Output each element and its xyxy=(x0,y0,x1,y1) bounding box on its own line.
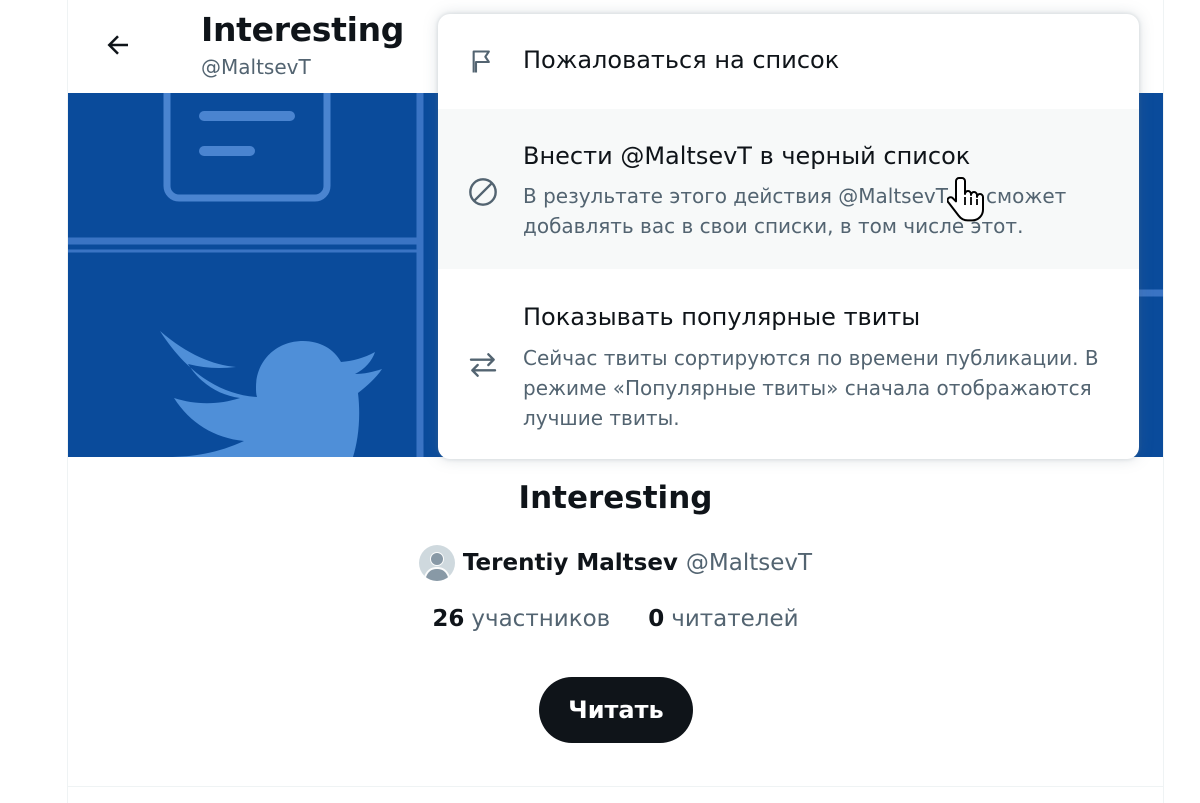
menu-item-show-top-tweets[interactable]: Показывать популярные твиты Сейчас твиты… xyxy=(438,269,1139,459)
back-button[interactable] xyxy=(96,23,140,67)
followers-stat[interactable]: 0 читателей xyxy=(648,606,798,632)
followers-count: 0 xyxy=(648,606,665,632)
avatar[interactable] xyxy=(418,545,455,581)
default-avatar-icon xyxy=(422,552,451,581)
header-title: Interesting xyxy=(201,10,405,49)
menu-item-block-user[interactable]: Внести @MaltsevT в черный список В резул… xyxy=(438,109,1139,269)
menu-item-title: Показывать популярные твиты xyxy=(523,303,921,331)
menu-item-title: Пожаловаться на список xyxy=(523,46,840,74)
list-title: Interesting xyxy=(518,480,713,516)
owner-handle[interactable]: @MaltsevT xyxy=(686,550,812,576)
list-options-menu: Пожаловаться на список Внести @MaltsevT … xyxy=(438,14,1139,459)
list-owner[interactable]: Terentiy Maltsev @MaltsevT xyxy=(68,545,1163,581)
owner-name[interactable]: Terentiy Maltsev xyxy=(463,550,678,576)
members-label: участников xyxy=(471,606,611,632)
members-stat[interactable]: 26 участников xyxy=(432,606,610,632)
arrow-left-icon xyxy=(107,35,128,55)
menu-item-description: В результате этого действия @MaltsevT не… xyxy=(523,184,1067,238)
flag-icon xyxy=(466,45,500,79)
swap-arrows-icon xyxy=(466,348,500,382)
bird-shape xyxy=(160,331,382,457)
members-count: 26 xyxy=(432,606,465,632)
menu-item-description: Сейчас твиты сортируются по времени публ… xyxy=(523,346,1099,430)
header-handle: @MaltsevT xyxy=(201,55,311,79)
block-icon xyxy=(466,175,500,209)
menu-item-report-list[interactable]: Пожаловаться на список xyxy=(438,14,1139,109)
follow-list-button[interactable]: Читать xyxy=(539,677,693,743)
section-divider xyxy=(68,786,1163,787)
list-stats: 26 участников 0 читателей xyxy=(68,606,1163,632)
followers-label: читателей xyxy=(671,606,799,632)
menu-item-title: Внести @MaltsevT в черный список xyxy=(523,142,971,170)
